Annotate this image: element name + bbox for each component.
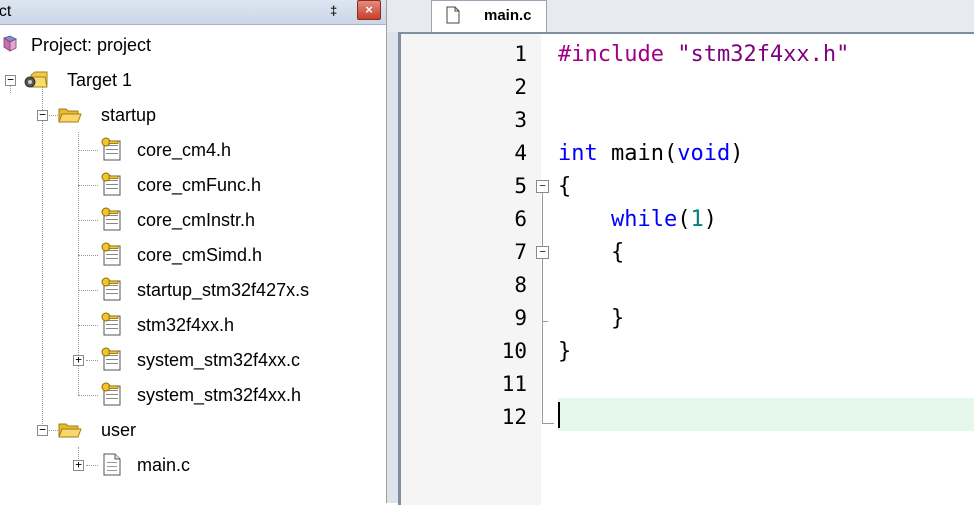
folder-open-icon	[58, 108, 82, 123]
code-text[interactable]: #include "stm32f4xx.h" int main(void) { …	[558, 34, 974, 505]
tree-item-file[interactable]: core_cmFunc.h	[0, 168, 380, 202]
line-number: 1	[514, 42, 527, 66]
header-file-icon	[101, 242, 121, 266]
tree-item-label: core_cmFunc.h	[137, 175, 262, 195]
tab-label: main.c	[484, 7, 532, 24]
tree-item-label: Target 1	[67, 70, 133, 90]
project-icon	[3, 35, 17, 52]
line-number: 9	[514, 306, 527, 330]
tree-item-project[interactable]: Project: project	[0, 28, 380, 62]
tree-item-target[interactable]: − Target 1	[0, 63, 380, 97]
fold-toggle[interactable]: −	[536, 246, 549, 259]
editor-tabbar: main.c	[387, 0, 974, 33]
collapse-toggle[interactable]: −	[37, 109, 48, 121]
collapse-toggle[interactable]: −	[37, 424, 48, 436]
project-panel: ect ‡ × Project: project	[0, 0, 387, 503]
line-number: 6	[514, 207, 527, 231]
code-line-10: }	[558, 339, 572, 364]
code-line-5: {	[558, 174, 572, 199]
line-number: 7	[514, 240, 527, 264]
line-number: 11	[501, 372, 527, 396]
close-icon: ×	[365, 2, 373, 17]
fold-toggle[interactable]: −	[536, 180, 549, 193]
code-line-7: {	[610, 240, 625, 265]
pin-icon[interactable]: ‡	[330, 3, 337, 18]
tree-item-file[interactable]: + main.c	[0, 448, 380, 482]
current-line-highlight	[558, 398, 974, 431]
tree-item-label: user	[101, 420, 137, 440]
header-file-icon	[101, 172, 121, 196]
code-line-1: #include "stm32f4xx.h"	[558, 42, 850, 67]
header-file-icon	[101, 207, 121, 231]
document-icon	[103, 453, 121, 476]
target-icon	[24, 71, 48, 88]
tree-item-file[interactable]: + system_stm32f4xx.c	[0, 343, 380, 377]
header-file-icon	[101, 382, 121, 406]
expand-toggle[interactable]: +	[73, 354, 84, 366]
tree-item-folder-startup[interactable]: − startup	[0, 98, 380, 132]
tree-item-label: core_cm4.h	[137, 140, 232, 160]
asm-file-icon	[101, 277, 121, 301]
text-caret	[558, 402, 560, 428]
line-number: 4	[514, 141, 527, 165]
folder-open-icon	[58, 423, 82, 438]
code-line-6: while(1)	[610, 207, 717, 232]
tree-item-label: core_cmSimd.h	[137, 245, 263, 265]
tree-item-file[interactable]: core_cmInstr.h	[0, 203, 380, 237]
tree-item-label: main.c	[137, 455, 191, 475]
tree-item-label: system_stm32f4xx.h	[137, 385, 302, 405]
line-number: 3	[514, 108, 527, 132]
line-number: 8	[514, 273, 527, 297]
tree-item-file[interactable]: core_cm4.h	[0, 133, 380, 167]
line-number: 2	[514, 75, 527, 99]
tree-item-file[interactable]: startup_stm32f427x.s	[0, 273, 380, 307]
code-line-9: }	[610, 306, 625, 331]
tree-item-file[interactable]: stm32f4xx.h	[0, 308, 380, 342]
close-panel-button[interactable]: ×	[357, 0, 381, 20]
line-number: 5	[514, 174, 527, 198]
expand-toggle[interactable]: +	[73, 459, 84, 471]
tree-item-label: system_stm32f4xx.c	[137, 350, 301, 370]
document-icon	[446, 6, 460, 24]
tree-item-label: Project: project	[31, 35, 152, 55]
tree-item-file[interactable]: system_stm32f4xx.h	[0, 378, 380, 412]
header-file-icon	[101, 312, 121, 336]
line-number: 10	[501, 339, 527, 363]
project-tree[interactable]: Project: project − Target 1 − startup co…	[0, 24, 386, 503]
tree-item-folder-user[interactable]: − user	[0, 413, 380, 447]
project-panel-title: ect	[0, 3, 12, 20]
tree-item-label: stm32f4xx.h	[137, 315, 235, 335]
c-file-icon	[101, 347, 121, 371]
header-file-icon	[101, 137, 121, 161]
project-panel-titlebar: ect ‡ ×	[0, 0, 386, 25]
line-number-gutter: 1 2 3 4 5 6 7 8 9 10 11 12 − −	[401, 34, 554, 505]
tab-main-c[interactable]: main.c	[431, 0, 547, 33]
collapse-toggle[interactable]: −	[5, 74, 16, 86]
tree-item-file[interactable]: core_cmSimd.h	[0, 238, 380, 272]
editor-area: main.c 1 2 3 4 5 6 7 8 9 10 11 12 − − #i…	[387, 0, 974, 505]
code-editor[interactable]: 1 2 3 4 5 6 7 8 9 10 11 12 − − #include …	[398, 32, 974, 505]
code-line-4: int main(void)	[558, 141, 744, 166]
tree-item-label: startup_stm32f427x.s	[137, 280, 310, 300]
line-number: 12	[501, 405, 527, 429]
tree-item-label: core_cmInstr.h	[137, 210, 256, 230]
tree-item-label: startup	[101, 105, 157, 125]
